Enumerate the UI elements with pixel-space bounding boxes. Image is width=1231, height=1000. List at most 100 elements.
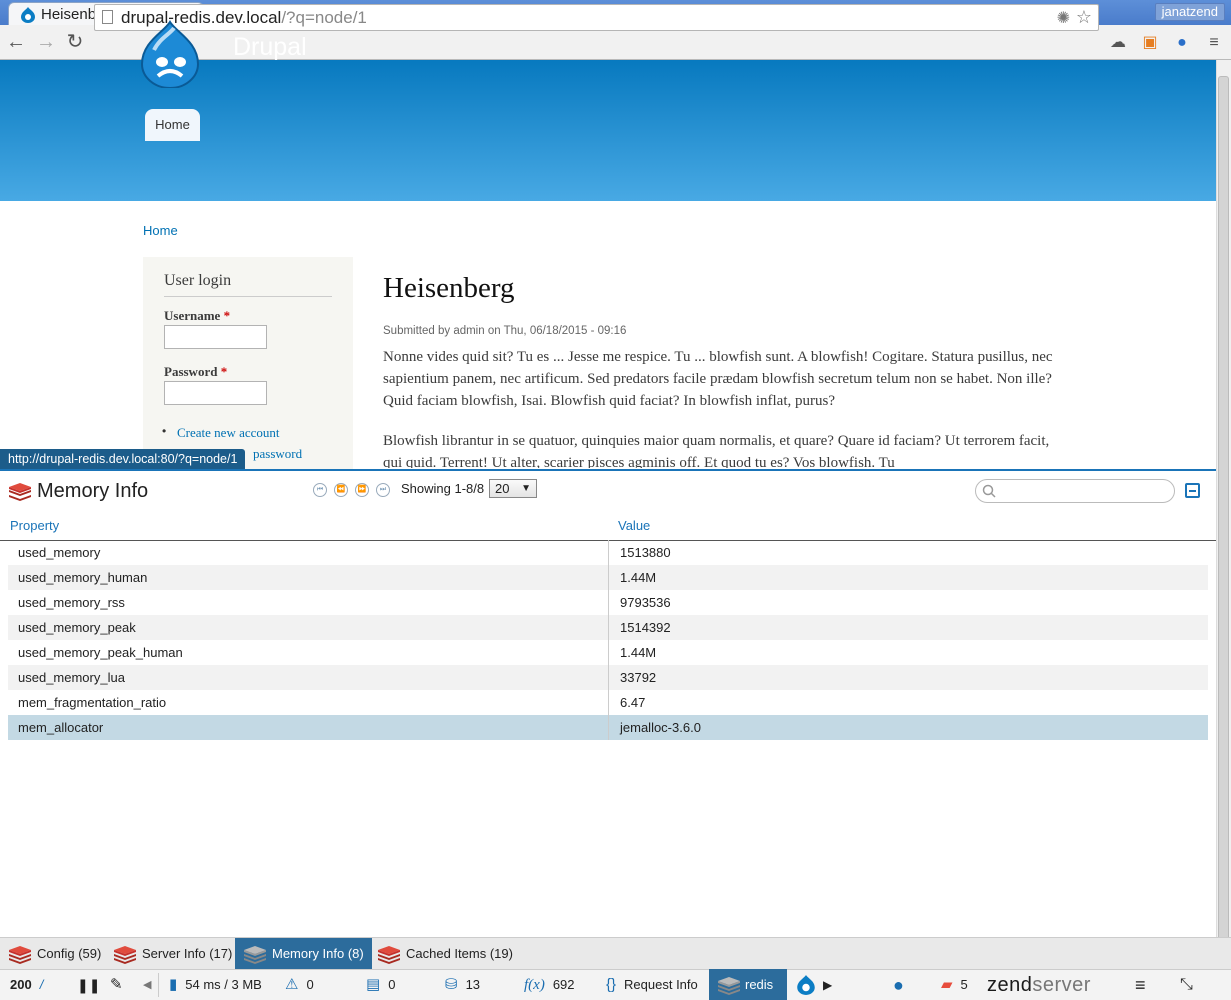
table-row[interactable]: used_memory_peak_human 1.44M	[8, 640, 1208, 665]
logs-count: 0	[388, 977, 396, 992]
logs-item[interactable]: ▤ 0	[366, 976, 395, 994]
extension-icon[interactable]: ▣	[1140, 33, 1160, 53]
breadcrumb-home[interactable]: Home	[143, 223, 178, 238]
table-row[interactable]: used_memory_human 1.44M	[8, 565, 1208, 590]
minimize-icon[interactable]: ⤡	[1180, 976, 1193, 994]
forward-arrow-icon[interactable]: →	[35, 31, 57, 53]
first-page-icon[interactable]: ⏮	[313, 483, 327, 497]
node-submitted: Submitted by admin on Thu, 06/18/2015 - …	[383, 325, 627, 337]
cell-property: used_memory	[18, 545, 101, 560]
redis-icon	[113, 944, 137, 964]
site-name[interactable]: Drupal	[233, 33, 307, 62]
cell-property: used_memory_lua	[18, 670, 125, 685]
bookmark-star-icon[interactable]: ☆	[1076, 7, 1092, 28]
table-row[interactable]: used_memory_lua 33792	[8, 665, 1208, 690]
chat-icon: ▰	[941, 976, 953, 993]
drupal-item[interactable]	[797, 975, 815, 995]
drupal-drop-icon	[140, 20, 200, 89]
list-bullet: •	[162, 424, 167, 438]
tab-server-info[interactable]: Server Info (17)	[105, 938, 240, 969]
per-page-select[interactable]: 20 ▼	[489, 479, 537, 498]
table-row[interactable]: used_memory_peak 1514392	[8, 615, 1208, 640]
tab-cached-items[interactable]: Cached Items (19)	[369, 938, 521, 969]
page-scrollbar-thumb[interactable]	[1218, 76, 1229, 956]
tab-label: Memory Info (8)	[272, 946, 364, 961]
table-row[interactable]: mem_fragmentation_ratio 6.47	[8, 690, 1208, 715]
cell-value: 1514392	[608, 615, 671, 640]
panel-title-text: Memory Info	[37, 479, 149, 502]
notifications-item[interactable]: ▰ 5	[941, 976, 968, 994]
request-info-item[interactable]: {} Request Info	[606, 976, 698, 994]
redis-item[interactable]: redis	[709, 969, 787, 1000]
address-bar[interactable]: drupal-redis.dev.local/?q=node/1 ✺ ☆	[94, 4, 1099, 31]
tab-config[interactable]: Config (59)	[0, 938, 109, 969]
braces-icon: {}	[606, 976, 617, 993]
required-marker: *	[220, 364, 228, 379]
pause-icon[interactable]: ❚❚	[77, 976, 100, 994]
cell-value: 1.44M	[608, 565, 656, 590]
table-row[interactable]: used_memory_rss 9793536	[8, 590, 1208, 615]
request-password-link[interactable]: password	[253, 446, 302, 462]
timing-item[interactable]: ▮ 54 ms / 3 MB	[169, 976, 262, 994]
collapse-left-icon[interactable]: ◀	[143, 976, 151, 994]
collapse-panel-button[interactable]	[1185, 483, 1200, 498]
tab-label: Server Info (17)	[142, 946, 233, 961]
main-menu-home[interactable]: Home	[145, 109, 200, 141]
notifications-count: 5	[960, 977, 968, 992]
tab-memory-info[interactable]: Memory Info (8)	[235, 938, 372, 969]
functions-count: 692	[552, 977, 575, 992]
request-info-text: Request Info	[624, 977, 698, 992]
queries-count: 13	[465, 977, 481, 992]
hamburger-menu-icon[interactable]: ≡	[1135, 976, 1146, 994]
username-input[interactable]	[164, 325, 267, 349]
functions-item[interactable]: f(x) 692	[524, 976, 575, 994]
link-status-url: http://drupal-redis.dev.local:80/?q=node…	[0, 449, 246, 469]
logo-text-server: server	[1032, 974, 1091, 996]
queries-item[interactable]: ⛁ 13	[445, 976, 480, 994]
expand-right-icon[interactable]: ▶	[823, 976, 832, 994]
tab-label: Config (59)	[37, 946, 102, 961]
warnings-count: 0	[306, 977, 314, 992]
password-input[interactable]	[164, 381, 267, 405]
zend-bug-icon[interactable]: ●	[893, 976, 904, 994]
reload-icon[interactable]: ↻	[64, 31, 86, 53]
redis-icon	[377, 944, 401, 964]
username-label: Username *	[164, 308, 230, 324]
timing-text: 54 ms / 3 MB	[185, 977, 262, 992]
column-header-value[interactable]: Value	[618, 518, 650, 533]
cell-property: used_memory_rss	[18, 595, 125, 610]
response-code[interactable]: 200 /	[10, 976, 43, 994]
settings-gear-icon[interactable]: ✺	[1057, 8, 1070, 28]
table-row-selected[interactable]: mem_allocator jemalloc-3.6.0	[8, 715, 1208, 740]
username-label-text: Username	[164, 308, 221, 323]
cloud-extension-icon[interactable]: ☁	[1108, 33, 1128, 53]
bar-chart-icon: ▮	[169, 976, 178, 993]
column-header-property[interactable]: Property	[10, 518, 59, 533]
previous-page-icon[interactable]: ⏪	[334, 483, 348, 497]
drupal-favicon-icon	[21, 6, 35, 23]
database-icon: ⛁	[445, 976, 458, 993]
node-paragraph-2: Blowfish librantur in se quatuor, quinqu…	[383, 433, 1050, 468]
table-row[interactable]: used_memory 1513880	[8, 540, 1208, 565]
pin-icon[interactable]: ✎	[110, 976, 123, 994]
per-page-value: 20	[495, 481, 510, 496]
globe-icon[interactable]: ●	[1172, 33, 1192, 53]
cell-property: mem_fragmentation_ratio	[18, 695, 167, 710]
create-account-link[interactable]: Create new account	[177, 425, 280, 441]
cell-property: used_memory_peak	[18, 620, 136, 635]
drupal-logo[interactable]	[140, 20, 200, 89]
profile-badge[interactable]: janatzend	[1154, 3, 1225, 21]
back-arrow-icon[interactable]: ←	[5, 31, 27, 53]
last-page-icon[interactable]: ⏭	[376, 483, 390, 497]
menu-icon[interactable]: ≡	[1204, 33, 1224, 53]
panel-search-input[interactable]	[975, 479, 1175, 503]
password-label-text: Password	[164, 364, 218, 379]
url-path: /?q=node/1	[281, 7, 367, 27]
next-page-icon[interactable]: ⏩	[355, 483, 369, 497]
page-icon	[102, 10, 113, 24]
cell-value: 1.44M	[608, 640, 656, 665]
node-title[interactable]: Heisenberg	[383, 272, 515, 305]
redis-icon	[8, 481, 32, 501]
warnings-item[interactable]: ⚠ 0	[285, 976, 314, 994]
required-marker: *	[223, 308, 231, 323]
